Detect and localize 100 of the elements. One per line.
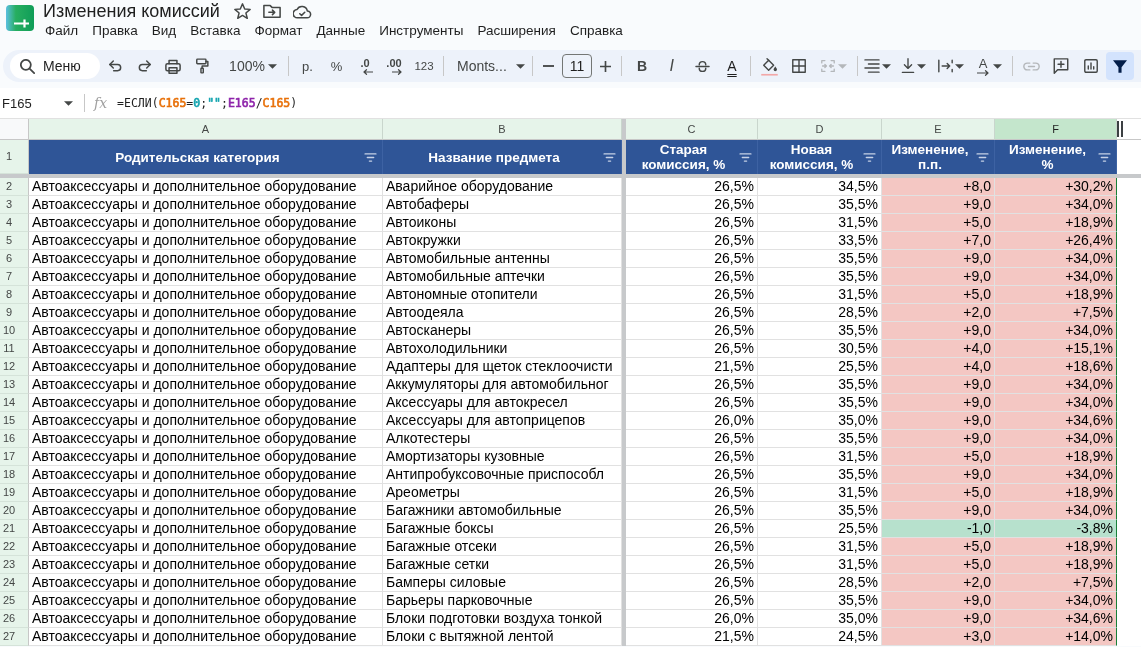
- zoom-dropdown[interactable]: 100%: [216, 52, 284, 80]
- undo-icon[interactable]: [109, 60, 123, 72]
- currency-format-button[interactable]: р.: [293, 52, 322, 80]
- column-letter[interactable]: E: [882, 119, 995, 140]
- row-number[interactable]: 7: [0, 268, 29, 286]
- filter-lines-icon[interactable]: [976, 152, 989, 162]
- bar-chart-icon[interactable]: [1084, 59, 1098, 73]
- filter-lines-icon[interactable]: [863, 152, 876, 162]
- menu-item[interactable]: Расширения: [470, 23, 563, 39]
- filter-lines-icon[interactable]: [1098, 152, 1111, 162]
- row-number[interactable]: 10: [0, 322, 29, 340]
- table-cell: Автокружки: [383, 232, 622, 250]
- row-number[interactable]: 21: [0, 520, 29, 538]
- row-number[interactable]: 6: [0, 250, 29, 268]
- row-number[interactable]: 1: [0, 140, 29, 174]
- menu-item[interactable]: Файл: [38, 23, 86, 39]
- filter-lines-icon[interactable]: [739, 152, 752, 162]
- font-size-field[interactable]: 11: [562, 54, 592, 78]
- row-number[interactable]: 22: [0, 538, 29, 556]
- decrease-decimal-button[interactable]: .0: [351, 52, 379, 80]
- filter-lines-icon[interactable]: [603, 152, 616, 162]
- borders-icon[interactable]: [792, 59, 806, 73]
- menu-item[interactable]: Данные: [309, 23, 373, 39]
- row-number[interactable]: 14: [0, 394, 29, 412]
- table-cell: Автосканеры: [383, 322, 622, 340]
- strikethrough-icon[interactable]: [694, 59, 710, 73]
- column-letter[interactable]: B: [383, 119, 622, 140]
- cloud-check-icon[interactable]: [292, 3, 312, 19]
- row-number[interactable]: 13: [0, 376, 29, 394]
- redo-icon[interactable]: [137, 60, 151, 72]
- percent-format-button[interactable]: %: [322, 52, 351, 80]
- row-number[interactable]: 4: [0, 214, 29, 232]
- row-number[interactable]: 5: [0, 232, 29, 250]
- row-number[interactable]: 15: [0, 412, 29, 430]
- text-color-button[interactable]: A: [717, 52, 747, 80]
- row-number[interactable]: 17: [0, 448, 29, 466]
- paint-bucket-icon[interactable]: [760, 56, 778, 76]
- increase-decimal-button[interactable]: .00: [379, 52, 409, 80]
- row-number[interactable]: 8: [0, 286, 29, 304]
- table-cell: 26,5%: [626, 448, 758, 466]
- spreadsheet-logo-icon[interactable]: [6, 5, 34, 31]
- row-number[interactable]: 26: [0, 610, 29, 628]
- row-number[interactable]: 3: [0, 196, 29, 214]
- row-number[interactable]: 9: [0, 304, 29, 322]
- table-cell: 26,5%: [626, 214, 758, 232]
- row-number[interactable]: 11: [0, 340, 29, 358]
- table-cell: 21,5%: [626, 628, 758, 646]
- menu-item[interactable]: Формат: [247, 23, 310, 39]
- table-cell: -3,8%: [995, 520, 1117, 538]
- row-number[interactable]: 16: [0, 430, 29, 448]
- star-icon[interactable]: [233, 2, 251, 20]
- document-title[interactable]: Изменения комиссий: [43, 0, 220, 22]
- print-icon[interactable]: [165, 58, 181, 74]
- menu-item[interactable]: Правка: [85, 23, 145, 39]
- table-cell: 35,5%: [758, 322, 882, 340]
- row-number[interactable]: 2: [0, 178, 29, 196]
- row-number[interactable]: 27: [0, 628, 29, 646]
- table-cell: Антипробуксовочные приспособл: [383, 466, 622, 484]
- table-cell: 31,5%: [758, 556, 882, 574]
- column-letter[interactable]: D: [758, 119, 882, 140]
- table-cell: 28,5%: [758, 304, 882, 322]
- formula-field[interactable]: =ЕСЛИ(C165=0;"";E165/C165): [117, 96, 298, 110]
- row-number[interactable]: 23: [0, 556, 29, 574]
- menu-search-field[interactable]: Меню: [10, 53, 100, 79]
- font-dropdown[interactable]: Monts...: [448, 52, 528, 80]
- filter-button[interactable]: [1106, 52, 1134, 80]
- row-number[interactable]: 18: [0, 466, 29, 484]
- table-cell: +18,9%: [995, 286, 1117, 304]
- column-letter[interactable]: C: [626, 119, 758, 140]
- caret-icon[interactable]: [64, 100, 73, 106]
- table-cell: +7,0: [882, 232, 995, 250]
- paint-roller-icon[interactable]: [195, 58, 209, 74]
- row-number[interactable]: 19: [0, 484, 29, 502]
- row-number[interactable]: 24: [0, 574, 29, 592]
- number-format-button[interactable]: 123: [409, 52, 439, 80]
- menu-item[interactable]: Справка: [562, 23, 630, 39]
- column-letter[interactable]: F: [995, 119, 1117, 140]
- text-rotation-dropdown[interactable]: A: [972, 52, 1009, 80]
- row-number[interactable]: 20: [0, 502, 29, 520]
- row-number[interactable]: 12: [0, 358, 29, 376]
- row-number[interactable]: 25: [0, 592, 29, 610]
- name-box-field[interactable]: F165: [0, 95, 62, 111]
- plus-icon[interactable]: [599, 60, 611, 72]
- comment-plus-icon[interactable]: [1053, 58, 1069, 74]
- minus-icon[interactable]: [542, 65, 554, 67]
- folder-arrow-icon[interactable]: [262, 3, 281, 19]
- bold-button[interactable]: B: [627, 52, 657, 80]
- table-cell: +9,0: [882, 610, 995, 628]
- table-cell: 35,0%: [758, 610, 882, 628]
- table-cell: 26,5%: [626, 466, 758, 484]
- italic-button[interactable]: I: [657, 52, 687, 80]
- menu-item[interactable]: Вид: [144, 23, 184, 39]
- table-cell: Автоаксессуары и дополнительное оборудование: [29, 394, 383, 412]
- menu-item[interactable]: Инструменты: [372, 23, 471, 39]
- filter-lines-icon[interactable]: [364, 152, 377, 162]
- table-cell: 35,5%: [758, 430, 882, 448]
- resize-handle-icon[interactable]: [1117, 121, 1123, 137]
- table-cell: 26,5%: [626, 592, 758, 610]
- menu-item[interactable]: Вставка: [183, 23, 248, 39]
- column-letter[interactable]: A: [29, 119, 383, 140]
